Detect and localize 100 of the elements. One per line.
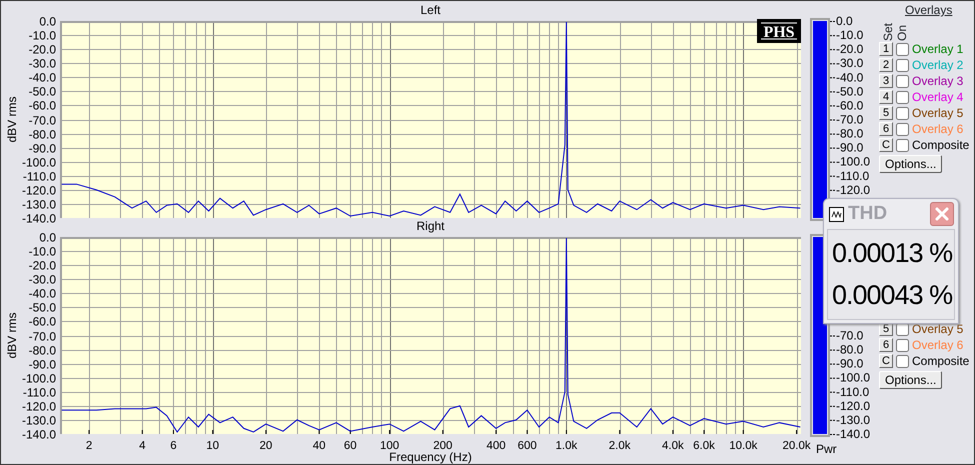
- y-tick-label: -140.0: [22, 212, 56, 226]
- y-tick-label: -60.0: [28, 98, 56, 112]
- y-tick-label: -50.0: [28, 84, 56, 98]
- overlay-label: Overlay 4: [912, 89, 964, 106]
- meter-scale-label: -140.0: [836, 427, 870, 441]
- x-tick-label: 2.0k: [608, 440, 631, 452]
- y-tick-label: -60.0: [28, 314, 56, 328]
- y-tick-label: -20.0: [28, 258, 56, 272]
- overlay-checkbox[interactable]: [896, 354, 909, 368]
- options-button[interactable]: Options...: [879, 155, 942, 173]
- y-tick-label: -70.0: [28, 330, 56, 344]
- y-tick-label: -50.0: [28, 300, 56, 314]
- overlay-set-button[interactable]: 6: [879, 338, 893, 352]
- x-tick-label: 4.0k: [662, 440, 684, 452]
- overlay-checkbox[interactable]: [896, 106, 909, 120]
- meter-scale-label: -80.0: [836, 342, 864, 357]
- column-header: On: [896, 24, 908, 41]
- meter-scale-label: -100.0: [836, 154, 870, 169]
- x-tick-label: 10: [206, 440, 220, 452]
- y-tick-label: -110.0: [22, 170, 56, 184]
- column-header: Set: [882, 22, 894, 41]
- y-tick-label: -70.0: [28, 114, 56, 128]
- meter-scale-label: -10.0: [836, 28, 864, 42]
- y-tick-label: -130.0: [22, 414, 56, 428]
- overlays-heading: Overlays: [905, 3, 952, 17]
- y-tick-label: -80.0: [28, 128, 56, 142]
- y-tick-label: -90.0: [28, 358, 56, 372]
- options-button[interactable]: Options...: [879, 371, 942, 389]
- x-tick-label: 4: [139, 440, 146, 452]
- window-title: THD: [848, 202, 888, 226]
- y-tick-label: -20.0: [28, 42, 56, 56]
- waveform-icon: [829, 206, 844, 222]
- overlay-checkbox[interactable]: [896, 58, 909, 72]
- x-tick-label: 20.0k: [782, 440, 811, 452]
- x-tick-label: 200: [433, 440, 452, 452]
- overlay-set-button[interactable]: 6: [879, 122, 893, 136]
- overlay-checkbox[interactable]: [896, 322, 909, 336]
- meter-scale-label: -110.0: [836, 384, 870, 399]
- overlay-checkbox[interactable]: [896, 74, 909, 88]
- x-tick-label: 6: [170, 440, 177, 452]
- y-tick-label: -100.0: [22, 372, 56, 386]
- y-tick-label: 0.0: [39, 14, 56, 28]
- overlay-set-button[interactable]: 3: [879, 74, 893, 88]
- thd-value: 0.00043 %: [832, 279, 950, 312]
- overlay-checkbox[interactable]: [896, 338, 909, 352]
- meter-scale-label: -40.0: [836, 70, 864, 84]
- overlay-set-button[interactable]: C: [879, 138, 893, 152]
- y-tick-label: -120.0: [22, 184, 56, 198]
- meter-scale-label: -110.0: [836, 168, 870, 183]
- y-tick-label: -90.0: [28, 142, 56, 156]
- y-tick-label: -120.0: [22, 400, 56, 414]
- overlay-set-button[interactable]: 2: [879, 58, 893, 72]
- overlay-set-button[interactable]: 4: [879, 90, 893, 104]
- x-tick-label: 40: [312, 440, 326, 452]
- meter-scale-label: -50.0: [836, 84, 864, 98]
- overlay-label: Composite: [912, 353, 970, 370]
- meter-caption: Pwr: [816, 442, 837, 456]
- overlay-set-button[interactable]: 5: [879, 106, 893, 120]
- meter-scale-label: -90.0: [836, 356, 864, 371]
- x-tick-label: 600: [518, 440, 537, 452]
- overlay-checkbox[interactable]: [896, 138, 909, 152]
- meter-scale-label: -130.0: [836, 412, 870, 427]
- y-tick-label: 0.0: [39, 230, 56, 244]
- close-button[interactable]: [930, 202, 954, 226]
- y-tick-label: -80.0: [28, 344, 56, 358]
- meter-scale-label: -80.0: [836, 126, 864, 141]
- meter-scale-label: -20.0: [836, 42, 864, 56]
- y-tick-label: -10.0: [28, 244, 56, 258]
- x-tick-label: 20: [260, 440, 272, 452]
- overlay-label: Overlay 3: [912, 73, 964, 90]
- overlay-set-button[interactable]: 1: [879, 42, 893, 56]
- y-tick-label: -30.0: [28, 56, 56, 70]
- x-tick-label: 60: [344, 440, 357, 452]
- overlay-checkbox[interactable]: [896, 122, 909, 136]
- y-tick-label: -140.0: [22, 428, 56, 442]
- overlay-label: Overlay 5: [912, 321, 964, 338]
- overlay-label: Overlay 6: [912, 337, 964, 354]
- overlay-label: Composite: [912, 137, 970, 154]
- y-tick-label: -40.0: [28, 70, 56, 84]
- y-tick-label: -100.0: [22, 156, 56, 170]
- x-tick-label: 6.0k: [693, 440, 715, 452]
- x-tick-label: 10.0k: [729, 440, 758, 452]
- y-tick-label: -40.0: [28, 286, 56, 300]
- axis-title: dBV rms: [5, 96, 19, 142]
- meter-scale-label: -120.0: [836, 182, 870, 197]
- overlay-set-button[interactable]: C: [879, 354, 893, 368]
- meter-scale-label: -90.0: [836, 140, 864, 155]
- overlay-checkbox[interactable]: [896, 90, 909, 104]
- logo: PHS: [757, 19, 801, 43]
- overlay-label: Overlay 2: [912, 57, 964, 74]
- overlay-label: Overlay 6: [912, 121, 964, 138]
- x-tick-label: 400: [486, 440, 506, 452]
- axis-title: dBV rms: [5, 312, 19, 358]
- overlay-checkbox[interactable]: [896, 42, 909, 56]
- meter-scale-label: -30.0: [836, 56, 864, 70]
- x-tick-label: 100: [380, 440, 400, 452]
- y-tick-label: -30.0: [28, 272, 56, 286]
- axis-title: Frequency (Hz): [389, 450, 472, 464]
- overlay-label: Overlay 5: [912, 105, 964, 122]
- meter-scale-label: -70.0: [836, 328, 864, 342]
